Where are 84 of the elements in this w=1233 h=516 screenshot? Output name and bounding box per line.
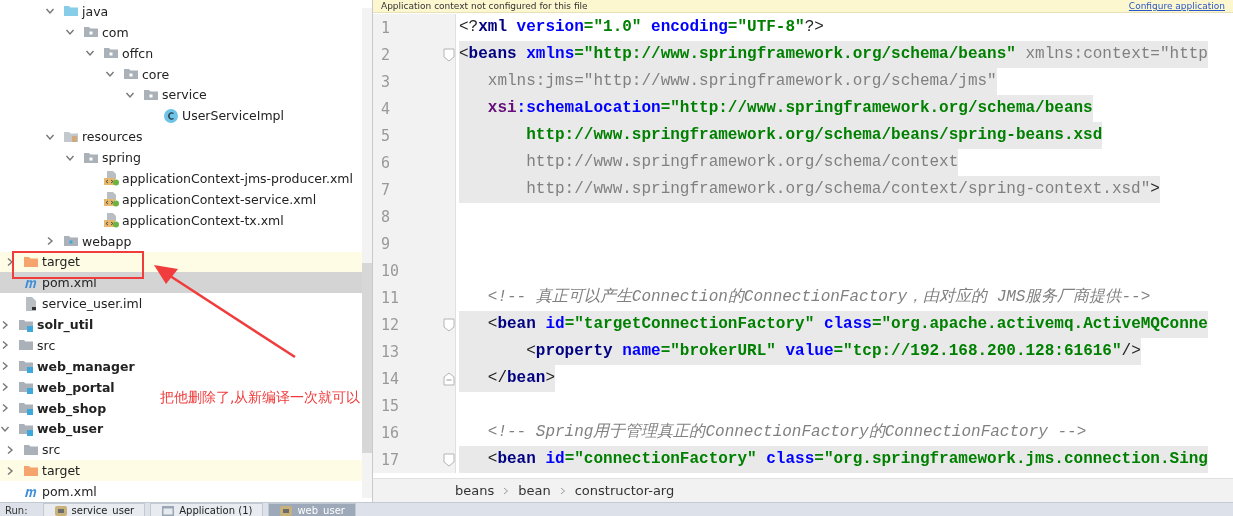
xml-file-icon	[103, 170, 119, 187]
banner-message: Application context not configured for this file	[381, 1, 588, 11]
tree-item[interactable]: offcn	[0, 42, 154, 64]
chevron-right-icon[interactable]	[45, 236, 55, 247]
breadcrumb-item[interactable]: bean	[518, 483, 551, 498]
tree-item[interactable]: java	[0, 1, 109, 22]
tree-item[interactable]: applicationContext-jms-producer.xml	[0, 168, 353, 189]
chevron-right-icon[interactable]	[5, 444, 15, 455]
chevron-down-icon[interactable]	[85, 48, 95, 59]
app-icon	[53, 504, 68, 516]
line-number: 13	[380, 342, 401, 361]
chevron-down-icon[interactable]	[65, 27, 75, 38]
app-icon	[279, 504, 294, 516]
tree-item[interactable]: solr_util	[0, 314, 94, 335]
annotation-text: 把他删除了,从新编译一次就可以	[160, 389, 361, 407]
tree-item[interactable]: service_user.iml	[0, 293, 143, 315]
chevron-right-icon[interactable]	[0, 382, 10, 393]
line-number: 12	[380, 315, 401, 334]
tree-item[interactable]: web_user	[0, 418, 104, 440]
tree-item[interactable]: service	[0, 84, 207, 106]
chevron-right-icon	[558, 485, 567, 496]
configure-link[interactable]: Configure application	[1128, 1, 1225, 11]
line-number: 10	[380, 261, 401, 280]
code-line: <!-- Spring用于管理真正的ConnectionFactory的ConnectionFactory -->	[486, 422, 1087, 443]
tree-item[interactable]: web_portal	[0, 376, 115, 398]
run-label: Run:	[5, 504, 28, 516]
tree-item[interactable]: core	[0, 63, 170, 85]
scrollbar-thumb[interactable]	[362, 263, 372, 453]
module-folder-icon	[18, 400, 34, 417]
line-number: 8	[380, 207, 392, 226]
chevron-right-icon[interactable]	[0, 403, 10, 414]
fold-marker-icon[interactable]	[443, 317, 455, 332]
run-tab[interactable]: Application (1)	[150, 503, 264, 516]
chevron-right-icon[interactable]	[5, 256, 15, 267]
fold-marker-icon[interactable]	[443, 452, 455, 467]
chevron-right-icon	[502, 485, 511, 496]
tree-item[interactable]: pom.xml	[0, 481, 97, 502]
tree-item[interactable]: src	[0, 335, 56, 356]
line-number: 17	[380, 450, 401, 469]
line-number: 11	[380, 288, 401, 307]
chevron-right-icon[interactable]	[5, 465, 15, 476]
code-line: <?xml version="1.0" encoding="UTF-8"?>	[459, 17, 824, 38]
line-number: 5	[380, 126, 392, 145]
line-number: 9	[380, 234, 392, 253]
tree-item[interactable]: spring	[0, 147, 141, 168]
module-folder-icon	[18, 379, 34, 396]
tree-item[interactable]: pom.xml	[0, 272, 362, 294]
chevron-down-icon[interactable]	[105, 69, 115, 80]
tree-item[interactable]: UserServiceImpl	[0, 105, 284, 127]
breadcrumb-item[interactable]: beans	[455, 483, 495, 498]
class-icon	[163, 107, 179, 124]
chevron-right-icon[interactable]	[0, 340, 10, 351]
line-number: 14	[380, 369, 401, 388]
tree-item[interactable]: applicationContext-tx.xml	[0, 209, 284, 231]
line-number: 1	[380, 18, 392, 37]
line-number: 3	[380, 72, 392, 91]
tree-item[interactable]: src	[0, 439, 61, 461]
line-number: 6	[380, 153, 392, 172]
fold-marker-icon[interactable]	[443, 371, 455, 386]
chevron-down-icon[interactable]	[45, 6, 55, 17]
line-number: 15	[380, 396, 401, 415]
tree-item[interactable]: target	[0, 251, 362, 273]
line-number: 7	[380, 180, 392, 199]
fold-marker-icon[interactable]	[443, 47, 455, 62]
window-icon	[161, 504, 176, 516]
line-number: 4	[380, 99, 392, 118]
xml-file-icon	[103, 191, 119, 208]
tree-item[interactable]: web_manager	[0, 355, 135, 377]
chevron-right-icon[interactable]	[0, 361, 10, 372]
line-number: 2	[380, 45, 392, 64]
tree-item[interactable]: resources	[0, 126, 143, 148]
chevron-right-icon[interactable]	[0, 319, 10, 330]
breadcrumb-item[interactable]: constructor-arg	[574, 483, 675, 498]
tree-item[interactable]: com	[0, 21, 129, 43]
run-tab[interactable]: service_user	[42, 503, 146, 516]
line-number: 16	[380, 423, 401, 442]
code-line: <!-- 真正可以产生Connection的ConnectionFactory，由对应的 JMS服务厂商提供-->	[486, 286, 1151, 308]
tree-item[interactable]: target	[0, 460, 362, 482]
xml-file-icon	[103, 212, 119, 229]
tree-item[interactable]: applicationContext-service.xml	[0, 188, 317, 210]
module-folder-icon	[18, 358, 34, 375]
tree-item[interactable]: web_shop	[0, 397, 107, 419]
file-icon	[23, 295, 39, 312]
tree-item[interactable]: webapp	[0, 230, 132, 252]
